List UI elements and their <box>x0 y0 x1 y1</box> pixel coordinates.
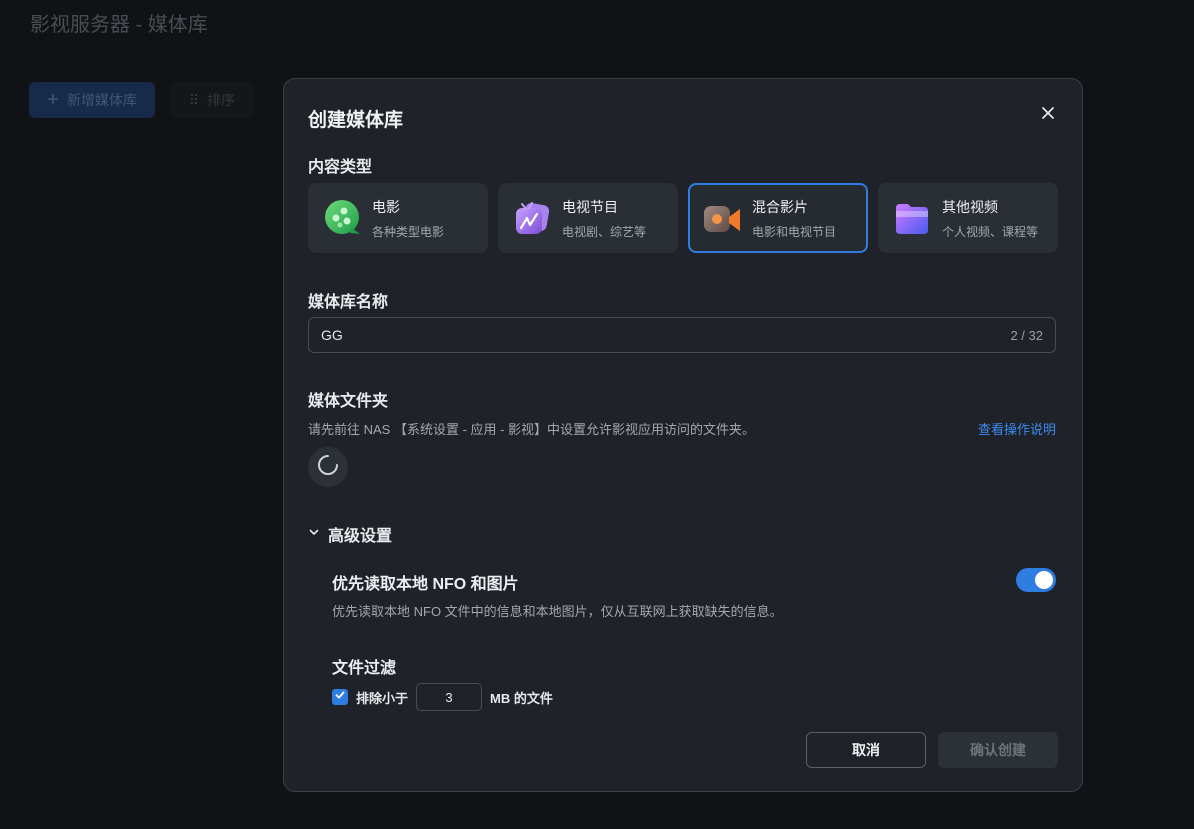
file-filter-row: 排除小于 MB 的文件 <box>332 683 553 711</box>
prefer-nfo-toggle[interactable] <box>1016 568 1056 592</box>
help-link[interactable]: 查看操作说明 <box>978 419 1056 438</box>
confirm-create-button[interactable]: 确认创建 <box>938 732 1058 768</box>
card-name: 其他视频 <box>942 198 998 215</box>
card-desc: 电视剧、综艺等 <box>562 224 647 239</box>
content-type-mixed[interactable]: 混合影片 电影和电视节目 <box>688 183 868 253</box>
loading-spinner <box>308 447 348 487</box>
content-type-other[interactable]: 其他视频 个人视频、课程等 <box>878 183 1058 253</box>
close-button[interactable] <box>1036 103 1060 127</box>
card-desc: 电影和电视节目 <box>752 224 837 239</box>
cancel-button[interactable]: 取消 <box>806 732 926 768</box>
tv-icon <box>512 198 552 238</box>
file-filter-checkbox[interactable] <box>332 689 348 705</box>
library-name-label: 媒体库名称 <box>308 294 389 311</box>
media-folder-hint: 请先前往 NAS 【系统设置 - 应用 - 影视】中设置允许影视应用访问的文件夹… <box>308 422 756 437</box>
check-icon <box>334 688 346 706</box>
card-name: 混合影片 <box>752 198 808 215</box>
folder-icon <box>892 198 932 238</box>
library-name-field[interactable]: 2 / 32 <box>308 317 1056 353</box>
prefer-nfo-title: 优先读取本地 NFO 和图片 <box>332 576 519 593</box>
content-type-options: 电影 各种类型电影 电视节目 电视剧、综艺等 混合影片 电影和电视节目 其他视频… <box>308 183 1058 253</box>
dialog-title: 创建媒体库 <box>308 110 404 131</box>
card-name: 电视节目 <box>562 198 618 215</box>
prefer-nfo-desc: 优先读取本地 NFO 文件中的信息和本地图片，仅从互联网上获取缺失的信息。 <box>332 604 783 619</box>
file-filter-suffix: MB 的文件 <box>490 690 553 706</box>
movie-icon <box>322 198 362 238</box>
file-filter-prefix: 排除小于 <box>356 690 409 706</box>
card-name: 电影 <box>372 198 400 215</box>
advanced-settings-toggle[interactable]: 高级设置 <box>308 522 392 546</box>
library-name-input[interactable] <box>321 327 1011 343</box>
chevron-down-icon <box>308 525 320 543</box>
media-folder-label: 媒体文件夹 <box>308 393 389 410</box>
content-type-tv[interactable]: 电视节目 电视剧、综艺等 <box>498 183 678 253</box>
spinner-icon <box>317 454 339 481</box>
file-filter-title: 文件过滤 <box>332 660 397 677</box>
card-desc: 个人视频、课程等 <box>942 224 1039 239</box>
create-library-dialog: 创建媒体库 内容类型 电影 各种类型电影 电视节目 电视剧、综艺等 混合影片 电… <box>283 78 1083 792</box>
char-count: 2 / 32 <box>1010 327 1043 343</box>
close-icon <box>1041 106 1055 125</box>
advanced-settings-label: 高级设置 <box>328 528 393 545</box>
content-type-movie[interactable]: 电影 各种类型电影 <box>308 183 488 253</box>
video-camera-icon <box>702 198 742 238</box>
content-type-label: 内容类型 <box>308 159 373 176</box>
min-size-input[interactable] <box>416 683 483 711</box>
toggle-knob <box>1035 571 1053 589</box>
card-desc: 各种类型电影 <box>372 224 445 239</box>
